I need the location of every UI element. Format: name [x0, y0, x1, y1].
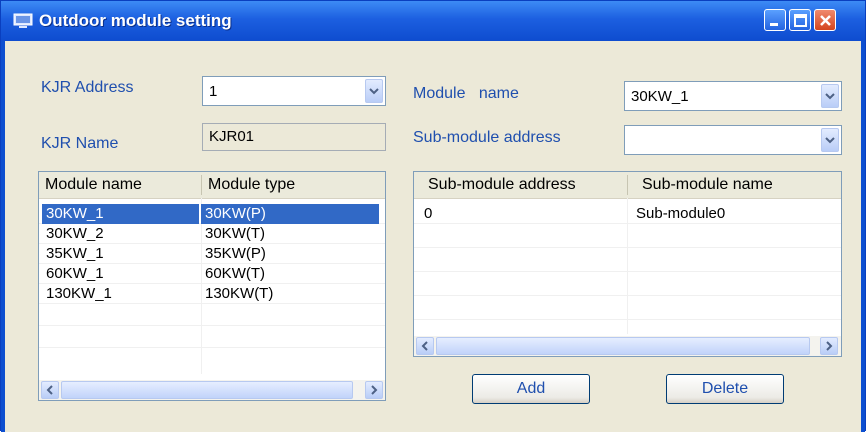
scroll-thumb[interactable] [436, 337, 810, 355]
cell-module-name: 30KW_1 [42, 204, 199, 224]
outdoor-module-window: Outdoor module setting KJR Address 1 KJR… [0, 0, 866, 432]
arrow-left-icon [46, 385, 53, 395]
column-header-module-type[interactable]: Module type [202, 172, 385, 198]
column-header-module-name[interactable]: Module name [39, 172, 201, 198]
submodule-table[interactable]: Sub-module address Sub-module name 0 Sub… [413, 171, 842, 357]
submodule-table-header: Sub-module address Sub-module name [414, 172, 841, 199]
module-name-label: Module name [413, 85, 519, 102]
cell-module-type: 130KW(T) [205, 285, 274, 302]
kjr-address-label: KJR Address [41, 79, 134, 96]
table-row[interactable]: 60KW_1 60KW(T) [39, 264, 385, 284]
kjr-address-value: 1 [209, 83, 218, 100]
module-name-dropdown-button[interactable] [821, 84, 839, 108]
kjr-name-label: KJR Name [41, 135, 119, 152]
table-row[interactable]: 30KW_2 30KW(T) [39, 224, 385, 244]
scroll-right-button[interactable] [365, 381, 383, 399]
close-icon [820, 15, 831, 26]
table-row [414, 248, 841, 272]
cell-module-name: 60KW_1 [46, 265, 104, 282]
cell-module-type: 35KW(P) [205, 245, 266, 262]
kjr-name-field: KJR01 [202, 123, 386, 151]
table-row [414, 296, 841, 320]
delete-button[interactable]: Delete [666, 374, 784, 404]
sub-module-address-select[interactable] [624, 125, 842, 155]
chevron-down-icon [825, 137, 835, 144]
cell-module-name: 30KW_2 [46, 225, 104, 242]
cell-module-name: 130KW_1 [46, 285, 112, 302]
table-row [39, 326, 385, 348]
cell-module-type: 60KW(T) [205, 265, 265, 282]
minimize-icon [770, 23, 778, 26]
cell-sub-module-address: 0 [424, 205, 433, 222]
add-button[interactable]: Add [472, 374, 590, 404]
scroll-right-button[interactable] [820, 337, 838, 355]
submodule-table-hscrollbar[interactable] [414, 336, 841, 356]
cell-module-type: 30KW(T) [205, 225, 265, 242]
kjr-address-dropdown-button[interactable] [365, 79, 383, 103]
table-row[interactable]: 130KW_1 130KW(T) [39, 284, 385, 304]
scroll-left-button[interactable] [41, 381, 59, 399]
scroll-thumb[interactable] [61, 381, 353, 399]
window-icon [13, 13, 33, 28]
module-table-header: Module name Module type [39, 172, 385, 199]
column-header-sub-module-name[interactable]: Sub-module name [628, 172, 841, 198]
kjr-name-value: KJR01 [209, 128, 255, 145]
arrow-right-icon [826, 341, 833, 351]
cell-sub-module-name: Sub-module0 [636, 205, 726, 222]
module-name-select[interactable]: 30KW_1 [624, 81, 842, 111]
window-title: Outdoor module setting [39, 11, 232, 30]
table-row[interactable]: 35KW_1 35KW(P) [39, 244, 385, 264]
maximize-icon [794, 14, 807, 27]
module-table-hscrollbar[interactable] [39, 380, 385, 400]
minimize-button[interactable] [764, 9, 786, 31]
kjr-address-select[interactable]: 1 [202, 76, 386, 106]
table-row [39, 304, 385, 326]
table-row [414, 224, 841, 248]
scroll-left-button[interactable] [416, 337, 434, 355]
dialog-body: KJR Address 1 KJR Name KJR01 Module name… [5, 41, 861, 432]
sub-module-address-label: Sub-module address [413, 129, 561, 146]
arrow-left-icon [421, 341, 428, 351]
arrow-right-icon [371, 385, 378, 395]
cell-module-name: 35KW_1 [46, 245, 104, 262]
title-bar[interactable]: Outdoor module setting [1, 1, 865, 41]
chevron-down-icon [825, 93, 835, 100]
window-border-right [861, 41, 865, 432]
table-row[interactable]: 30KW_1 30KW(P) [39, 204, 385, 224]
sub-module-address-dropdown-button[interactable] [821, 128, 839, 152]
column-header-sub-module-address[interactable]: Sub-module address [414, 172, 627, 198]
maximize-button[interactable] [789, 9, 811, 31]
module-table[interactable]: Module name Module type 30KW_1 30KW(P) 3… [38, 171, 386, 401]
chevron-down-icon [369, 88, 379, 95]
close-button[interactable] [814, 9, 836, 31]
table-row[interactable]: 0 Sub-module0 [414, 204, 841, 224]
module-name-value: 30KW_1 [631, 88, 689, 105]
cell-module-type: 30KW(P) [201, 204, 379, 224]
table-row [414, 272, 841, 296]
